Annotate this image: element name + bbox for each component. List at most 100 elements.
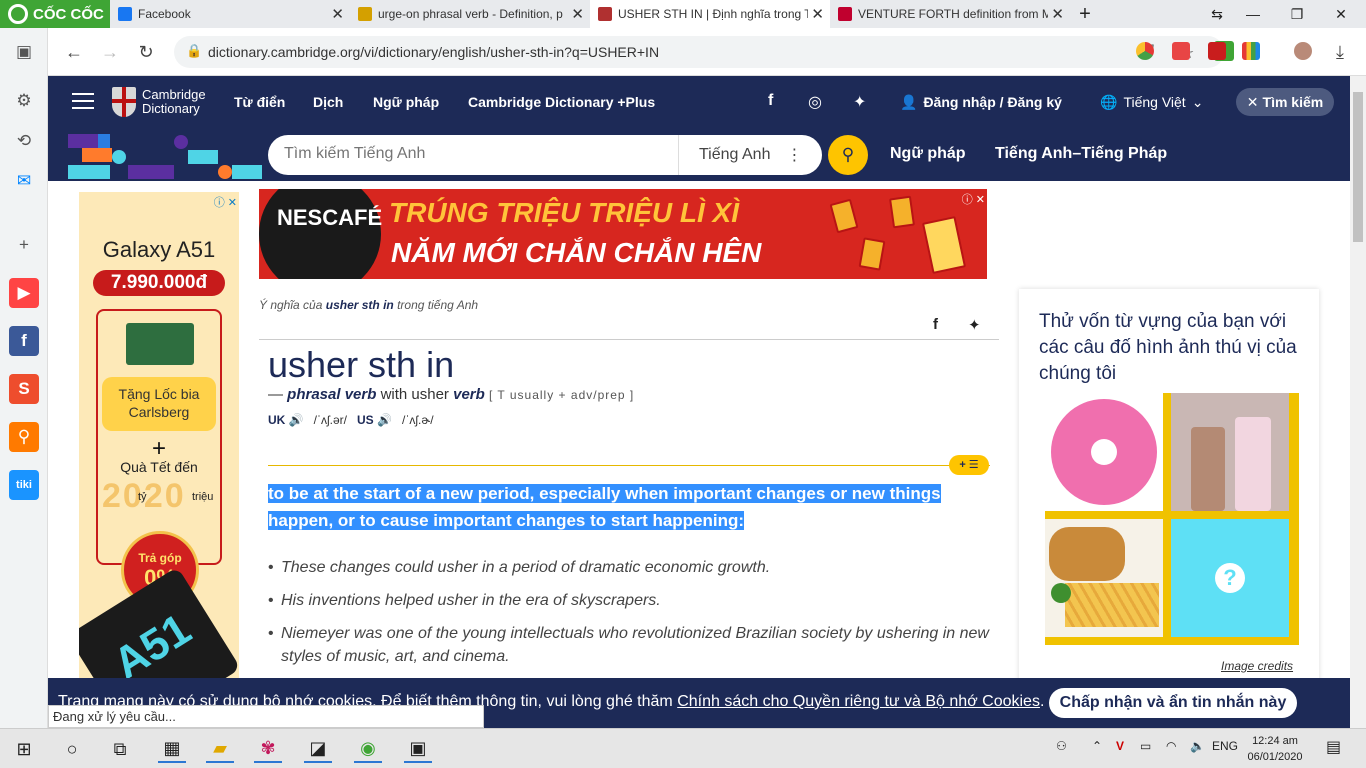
close-tab-icon[interactable]: ✕ xyxy=(1051,5,1064,23)
taskbar-app-icon[interactable]: ✾ xyxy=(254,735,282,763)
ad-galaxy-a51[interactable]: ⓘ ✕ Galaxy A51 7.990.000đ Tặng Lốc bia C… xyxy=(79,192,239,680)
facebook-icon[interactable]: f xyxy=(9,326,39,356)
wifi-icon[interactable]: ◠ xyxy=(1166,739,1176,753)
tray-chevron-up-icon[interactable]: ⌃ xyxy=(1092,739,1102,753)
coccoc-taskbar-icon[interactable]: ◉ xyxy=(354,735,382,763)
search-button[interactable]: ⚲ xyxy=(828,135,868,175)
coccoc-search-icon[interactable]: ⚲ xyxy=(9,422,39,452)
ad-promo-box: Tặng Lốc bia Carlsberg + Quà Tết đến 202… xyxy=(96,309,222,565)
task-view-icon[interactable]: ⧉ xyxy=(106,735,134,763)
search-link-english-french[interactable]: Tiếng Anh–Tiếng Pháp xyxy=(995,145,1167,163)
pos-phrasal-verb[interactable]: phrasal verb xyxy=(287,386,376,403)
cambridge-logo[interactable]: Cambridge Dictionary xyxy=(112,87,206,117)
quiz-image-unknown[interactable]: ? xyxy=(1171,519,1289,637)
file-explorer-icon[interactable]: ▰ xyxy=(206,735,234,763)
search-toggle-button[interactable]: ✕ Tìm kiếm xyxy=(1236,88,1334,116)
share-facebook-icon[interactable]: f xyxy=(933,316,938,333)
tiki-icon[interactable]: tiki xyxy=(9,470,39,500)
nav-dictionary[interactable]: Từ điển xyxy=(234,94,285,110)
add-panel-icon[interactable]: + xyxy=(9,230,39,260)
quiz-image-milkshakes[interactable] xyxy=(1171,393,1289,511)
taskbar-app-icon[interactable]: ◪ xyxy=(304,735,332,763)
minimize-button[interactable]: — xyxy=(1232,0,1274,28)
adblock-extension-icon[interactable] xyxy=(1172,42,1190,60)
chrome-extension-icon[interactable] xyxy=(1136,42,1154,60)
example-1: These changes could usher in a period of… xyxy=(268,556,990,579)
ad-nescafe-banner[interactable]: NESCAFÉ TRÚNG TRIỆU TRIỆU LÌ XÌ NĂM MỚI … xyxy=(259,189,987,279)
close-window-button[interactable]: ✕ xyxy=(1320,0,1362,28)
shopee-icon[interactable]: S xyxy=(9,374,39,404)
twitter-icon[interactable]: ✦ xyxy=(853,92,866,112)
taskbar-app-icon[interactable]: ▦ xyxy=(158,735,186,763)
messenger-icon[interactable]: ✉ xyxy=(9,166,39,196)
tab-usher-sth-in[interactable]: USHER STH IN | Định nghĩa trong T ✕ xyxy=(590,0,830,28)
ad-info-icon[interactable]: ⓘ ✕ xyxy=(962,191,985,207)
forward-arrow-icon[interactable]: → xyxy=(96,38,124,66)
dictionary-select[interactable]: Tiếng Anh ⋮ xyxy=(678,135,822,175)
windows-taskbar: ⊞ ○ ⧉ ▦ ▰ ✾ ◪ ◉ ▣ ⚇ ⌃ V ▭ ◠ 🔈 ENG 12:24 … xyxy=(0,728,1366,768)
close-tab-icon[interactable]: ✕ xyxy=(571,5,584,23)
new-tab-button[interactable]: + xyxy=(1064,0,1106,28)
maximize-button[interactable]: ❐ xyxy=(1276,0,1318,28)
reload-icon[interactable]: ↻ xyxy=(132,38,160,66)
tab-urge-on[interactable]: urge-on phrasal verb - Definition, p ✕ xyxy=(350,0,590,28)
quiz-image-donut[interactable] xyxy=(1045,393,1163,511)
youtube-icon[interactable]: ▶ xyxy=(9,278,39,308)
tab-venture-forth[interactable]: VENTURE FORTH definition from M ✕ xyxy=(830,0,1070,28)
cortana-search-icon[interactable]: ○ xyxy=(58,735,86,763)
nav-plus[interactable]: Cambridge Dictionary +Plus xyxy=(468,94,655,110)
facebook-icon[interactable]: f xyxy=(768,92,773,110)
volume-icon[interactable]: 🔈 xyxy=(1190,739,1205,753)
privacy-policy-link[interactable]: Chính sách cho Quyền riêng tư và Bộ nhớ … xyxy=(677,693,1040,710)
people-icon[interactable]: ⚇ xyxy=(1056,739,1067,753)
tab-facebook[interactable]: Facebook ✕ xyxy=(110,0,350,28)
windows-start-icon[interactable]: ⊞ xyxy=(10,735,38,763)
search-link-grammar[interactable]: Ngữ pháp xyxy=(890,145,966,163)
page-scrollbar[interactable] xyxy=(1350,76,1366,728)
unikey-icon[interactable]: V xyxy=(1116,739,1124,753)
input-language[interactable]: ENG xyxy=(1212,739,1238,753)
battery-icon[interactable]: ▭ xyxy=(1140,739,1151,753)
user-icon: 👤 xyxy=(900,94,918,110)
system-clock[interactable]: 12:24 am 06/01/2020 xyxy=(1244,733,1306,765)
downloads-icon[interactable]: ⤓ xyxy=(1326,38,1354,66)
logo-line2: Dictionary xyxy=(142,101,200,116)
add-to-wordlist-button[interactable]: + ☰ xyxy=(949,455,989,475)
notifications-icon[interactable]: ▤ xyxy=(1326,737,1341,757)
address-bar[interactable]: 🔒 dictionary.cambridge.org/vi/dictionary… xyxy=(174,36,1234,68)
back-arrow-icon[interactable]: ← xyxy=(60,38,88,66)
pos-verb[interactable]: verb xyxy=(453,386,485,403)
close-tab-icon[interactable]: ✕ xyxy=(811,5,824,23)
search-input[interactable] xyxy=(284,145,664,163)
color-extension-icon[interactable] xyxy=(1242,42,1260,60)
share-twitter-icon[interactable]: ✦ xyxy=(968,316,981,334)
flash-extension-icon[interactable] xyxy=(1208,42,1226,60)
close-tab-icon[interactable]: ✕ xyxy=(331,5,344,23)
scrollbar-thumb[interactable] xyxy=(1353,92,1363,242)
ad-info-icon[interactable]: ⓘ ✕ xyxy=(214,194,237,210)
quiz-image-fish-chips[interactable] xyxy=(1045,519,1163,637)
accept-cookies-button[interactable]: Chấp nhận và ẩn tin nhắn này xyxy=(1049,688,1297,718)
facebook-favicon-icon xyxy=(118,7,132,21)
coccoc-menu-button[interactable]: CỐC CỐC xyxy=(0,0,110,28)
nav-translate[interactable]: Dịch xyxy=(313,94,343,110)
sidebar-toggle-icon[interactable]: ▣ xyxy=(9,37,39,67)
menu-hamburger-icon[interactable] xyxy=(72,93,94,109)
tab-title: VENTURE FORTH definition from M xyxy=(858,7,1048,21)
login-link[interactable]: 👤 Đăng nhập / Đăng ký xyxy=(900,94,1062,111)
us-label: US xyxy=(357,413,374,427)
history-icon[interactable]: ⟲ xyxy=(9,126,39,156)
language-selector[interactable]: 🌐 Tiếng Việt ⌄ xyxy=(1100,94,1203,111)
taskbar-app-icon[interactable]: ▣ xyxy=(404,735,432,763)
settings-gear-icon[interactable]: ⚙ xyxy=(9,86,39,116)
breadcrumb: Ý nghĩa của usher sth in trong tiếng Anh xyxy=(259,298,478,312)
pos-with: with usher xyxy=(380,386,449,403)
quiz-panel[interactable]: Thử vốn từ vựng của bạn với các câu đố h… xyxy=(1019,289,1319,689)
definition: to be at the start of a new period, espe… xyxy=(268,480,990,534)
image-credits-link[interactable]: Image credits xyxy=(1221,659,1293,673)
us-audio-speaker-icon[interactable]: 🔊 xyxy=(377,413,392,427)
instagram-icon[interactable]: ◎ xyxy=(808,92,822,112)
nav-grammar[interactable]: Ngữ pháp xyxy=(373,94,439,110)
profile-avatar[interactable] xyxy=(1294,42,1312,60)
uk-audio-speaker-icon[interactable]: 🔊 xyxy=(289,413,304,427)
